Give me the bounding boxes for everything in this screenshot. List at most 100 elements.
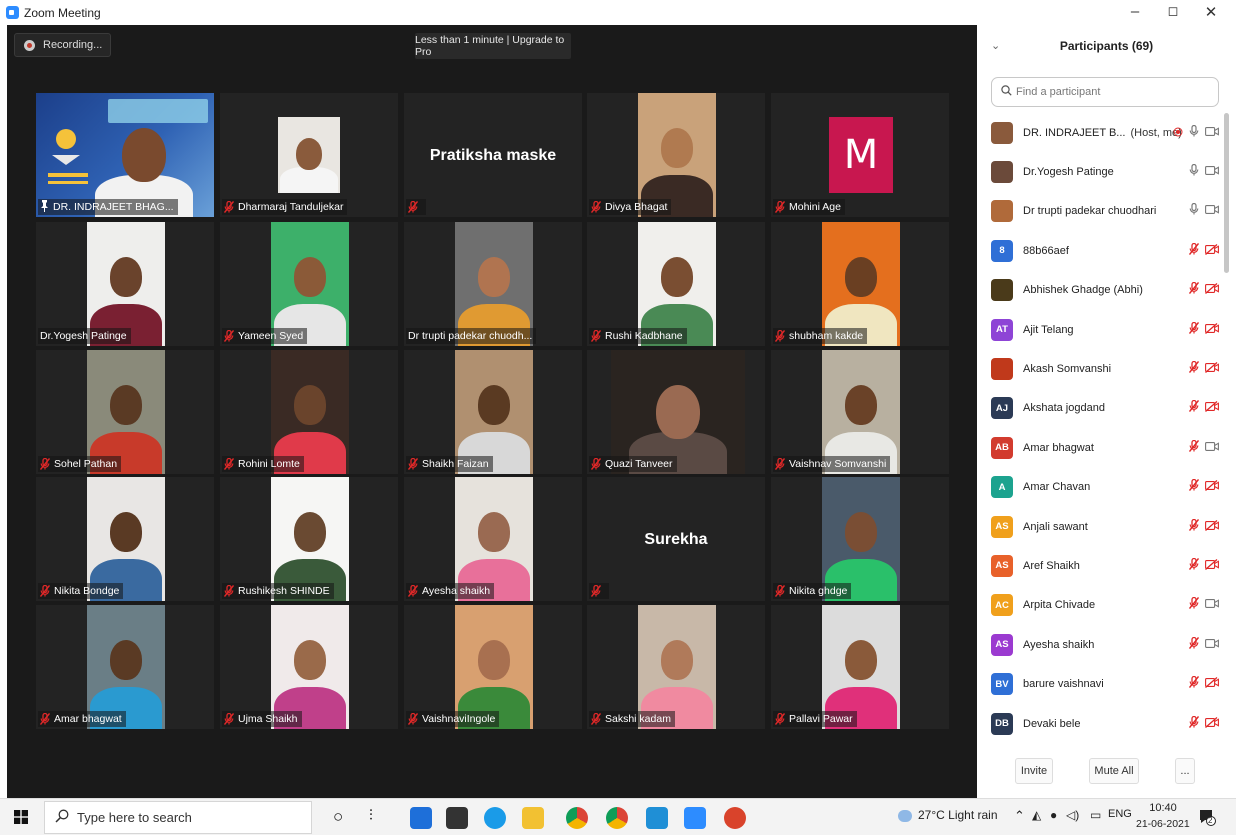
video-tile[interactable]: Sakshi kadam <box>587 605 765 729</box>
video-tile[interactable]: Sohel Pathan <box>36 350 214 474</box>
video-tile[interactable]: Dharmaraj Tanduljekar <box>220 93 398 217</box>
notification-center-icon[interactable]: 2 <box>1198 808 1216 826</box>
video-off-icon[interactable] <box>1205 557 1219 575</box>
video-tile[interactable]: Pratiksha maske <box>404 93 582 217</box>
muted-microphone-icon[interactable] <box>1188 399 1200 417</box>
video-tile[interactable]: Shaikh Faizan <box>404 350 582 474</box>
video-off-icon[interactable] <box>1205 675 1219 693</box>
windows-start-icon[interactable] <box>14 810 28 824</box>
video-camera-icon[interactable] <box>1205 124 1219 142</box>
video-off-icon[interactable] <box>1205 518 1219 536</box>
participant-list-item[interactable]: AJ Akshata jogdand <box>977 389 1225 428</box>
language-indicator[interactable]: ENG <box>1108 808 1132 820</box>
video-tile[interactable]: Nikita Bondge <box>36 477 214 601</box>
muted-microphone-icon[interactable] <box>1188 636 1200 654</box>
participant-list-item[interactable]: BV barure vaishnavi <box>977 665 1225 704</box>
store-app-icon[interactable] <box>446 807 468 829</box>
microphone-icon[interactable] <box>1189 124 1199 142</box>
muted-microphone-icon[interactable] <box>1188 557 1200 575</box>
show-hidden-icons-chevron-icon[interactable]: ⌃ <box>1014 808 1025 824</box>
taskbar-search-box[interactable]: Type here to search <box>44 801 312 834</box>
participant-list-item[interactable]: DB Devaki bele <box>977 704 1225 743</box>
video-tile[interactable]: Dr.Yogesh Patinge <box>36 222 214 346</box>
muted-microphone-icon[interactable] <box>1188 242 1200 260</box>
muted-microphone-icon[interactable] <box>1188 360 1200 378</box>
video-tile[interactable]: shubham kakde <box>771 222 949 346</box>
participant-list-item[interactable]: Abhishek Ghadge (Abhi) <box>977 271 1225 310</box>
participant-list-item[interactable]: Akash Somvanshi <box>977 349 1225 388</box>
video-tile[interactable]: Quazi Tanveer <box>587 350 765 474</box>
video-tile[interactable]: Ayesha shaikh <box>404 477 582 601</box>
network-icon[interactable]: ◭ <box>1032 808 1041 822</box>
close-button[interactable]: ✕ <box>1196 3 1226 21</box>
video-tile[interactable]: Yameen Syed <box>220 222 398 346</box>
video-off-icon[interactable] <box>1205 715 1219 733</box>
participant-list-item[interactable]: 8 88b66aef <box>977 231 1225 270</box>
video-camera-icon[interactable] <box>1205 439 1219 457</box>
video-tile[interactable]: Nikita ghdge <box>771 477 949 601</box>
video-camera-icon[interactable] <box>1205 202 1219 220</box>
video-tile[interactable]: Pallavi Pawar <box>771 605 949 729</box>
participant-list-scrollbar[interactable] <box>1224 113 1229 273</box>
video-tile[interactable]: Amar bhagwat <box>36 605 214 729</box>
cortana-icon[interactable]: ○ <box>333 807 343 827</box>
mail-app-icon[interactable] <box>410 807 432 829</box>
video-tile[interactable]: Rushikesh SHINDE <box>220 477 398 601</box>
meeting-timer-banner[interactable]: Less than 1 minute | Upgrade to Pro <box>415 33 571 59</box>
recording-indicator[interactable]: Recording... <box>14 33 111 57</box>
minimize-button[interactable]: – <box>1120 3 1150 20</box>
participant-list-item[interactable]: Dr trupti padekar chuodhari <box>977 192 1225 231</box>
participant-search-input[interactable]: Find a participant <box>991 77 1219 107</box>
invite-button[interactable]: Invite <box>1015 758 1053 784</box>
participant-list-item[interactable]: AC Arpita Chivade <box>977 586 1225 625</box>
muted-microphone-icon[interactable] <box>1188 518 1200 536</box>
participant-list-item[interactable]: AS Aref Shaikh <box>977 546 1225 585</box>
powerpoint-icon[interactable] <box>724 807 746 829</box>
video-tile[interactable]: VaishnaviIngole <box>404 605 582 729</box>
microphone-icon[interactable] <box>1189 163 1199 181</box>
video-off-icon[interactable] <box>1205 281 1219 299</box>
video-tile[interactable]: M Mohini Age <box>771 93 949 217</box>
chrome-profile-icon[interactable] <box>606 807 628 829</box>
muted-microphone-icon[interactable] <box>1188 596 1200 614</box>
settings-app-icon[interactable] <box>646 807 668 829</box>
participant-list-item[interactable]: AS Anjali sawant <box>977 507 1225 546</box>
file-explorer-icon[interactable] <box>522 807 544 829</box>
clock-date[interactable]: 21-06-2021 <box>1136 818 1190 830</box>
muted-microphone-icon[interactable] <box>1188 439 1200 457</box>
mute-all-button[interactable]: Mute All <box>1089 758 1139 784</box>
chrome-icon[interactable] <box>566 807 588 829</box>
more-options-button[interactable]: ... <box>1175 758 1195 784</box>
video-tile[interactable]: Divya Bhagat <box>587 93 765 217</box>
video-off-icon[interactable] <box>1205 360 1219 378</box>
video-camera-icon[interactable] <box>1205 596 1219 614</box>
participant-list-item[interactable]: A Amar Chavan <box>977 468 1225 507</box>
video-tile[interactable]: Rushi Kadbhane <box>587 222 765 346</box>
video-tile[interactable]: DR. INDRAJEET BHAG... <box>36 93 214 217</box>
participant-list-item[interactable]: AB Amar bhagwat <box>977 428 1225 467</box>
video-tile[interactable]: Surekha <box>587 477 765 601</box>
muted-microphone-icon[interactable] <box>1188 281 1200 299</box>
volume-icon[interactable]: ◁) <box>1066 808 1079 822</box>
video-tile[interactable]: Dr trupti padekar chuodh... <box>404 222 582 346</box>
participant-list-item[interactable]: DR. INDRAJEET B... (Host, me) <box>977 113 1225 152</box>
video-off-icon[interactable] <box>1205 478 1219 496</box>
video-off-icon[interactable] <box>1205 242 1219 260</box>
video-tile[interactable]: Vaishnav Somvanshi <box>771 350 949 474</box>
muted-microphone-icon[interactable] <box>1188 478 1200 496</box>
weather-text[interactable]: 27°C Light rain <box>918 808 998 822</box>
zoom-taskbar-icon[interactable] <box>684 807 706 829</box>
task-view-icon[interactable]: ⫶ <box>369 807 373 824</box>
battery-icon[interactable]: ▭ <box>1090 808 1101 822</box>
clock-time[interactable]: 10:40 <box>1142 802 1184 814</box>
participant-list-item[interactable]: AS Ayesha shaikh <box>977 625 1225 664</box>
video-tile[interactable]: Ujma Shaikh <box>220 605 398 729</box>
muted-microphone-icon[interactable] <box>1188 321 1200 339</box>
participant-list-item[interactable]: AT Ajit Telang <box>977 310 1225 349</box>
video-camera-icon[interactable] <box>1205 163 1219 181</box>
maximize-button[interactable]: ◻ <box>1158 3 1188 19</box>
muted-microphone-icon[interactable] <box>1188 715 1200 733</box>
edge-browser-icon[interactable] <box>484 807 506 829</box>
video-tile[interactable]: Rohini Lomte <box>220 350 398 474</box>
video-off-icon[interactable] <box>1205 399 1219 417</box>
